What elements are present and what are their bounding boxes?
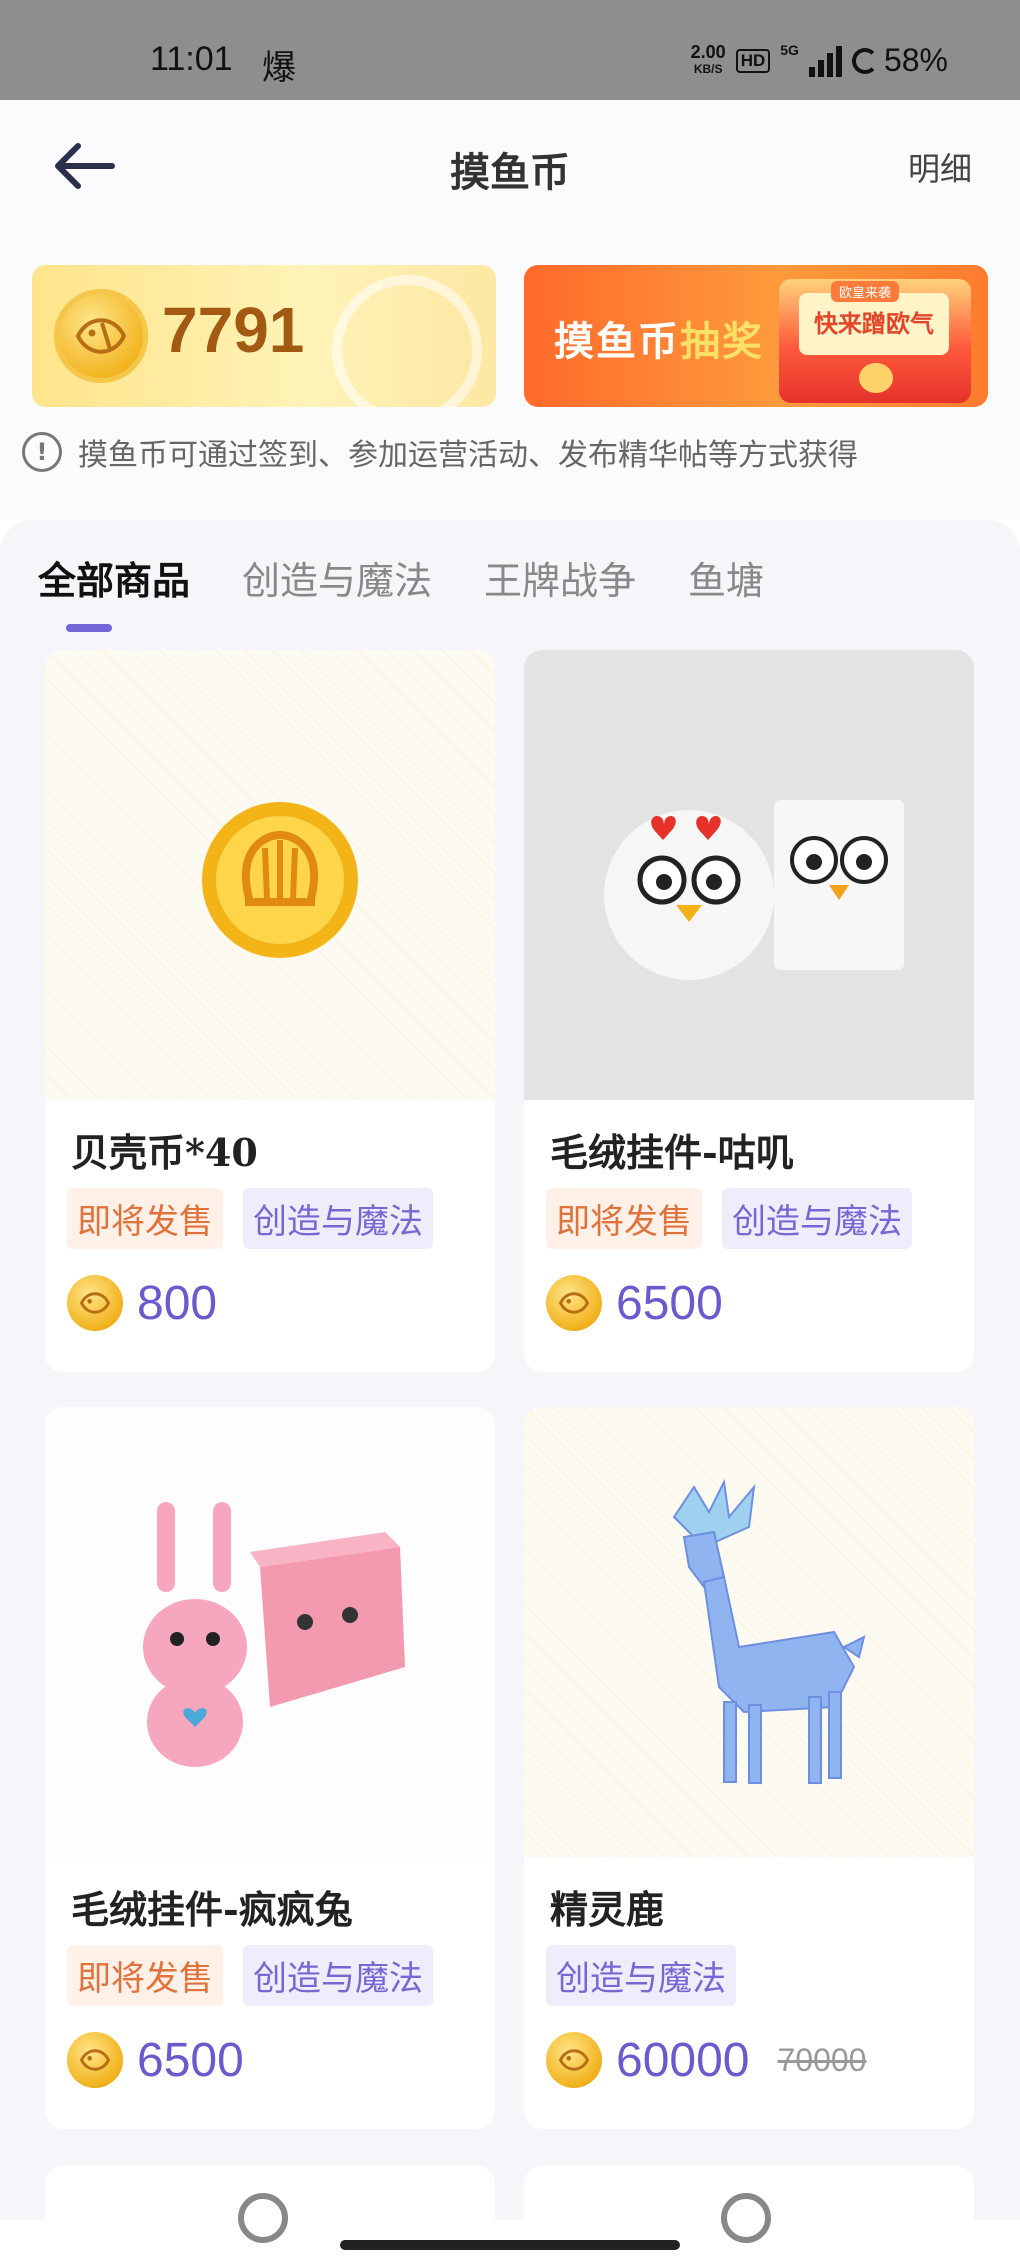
- product-card[interactable]: 毛绒挂件-咕叽 即将发售 创造与魔法 6500: [524, 650, 974, 1372]
- home-indicator[interactable]: [340, 2240, 680, 2250]
- price-value: 60000: [616, 2033, 750, 2087]
- lottery-banner[interactable]: 摸鱼币抽奖 快来蹭欧气 欧皇来袭: [524, 265, 988, 407]
- status-time: 11:01: [150, 40, 233, 78]
- tab-creation-magic[interactable]: 创造与魔法: [242, 550, 432, 605]
- product-tags: 即将发售 创造与魔法: [67, 1945, 433, 2006]
- tag-game: 创造与魔法: [243, 1188, 433, 1249]
- notification-icon: 爆: [262, 48, 296, 88]
- hd-icon: HD: [735, 48, 771, 73]
- product-card[interactable]: 贝壳币*40 即将发售 创造与魔法 800: [45, 650, 495, 1372]
- envelope-badge: 欧皇来袭: [831, 281, 900, 302]
- plush-rabbit-icon: [143, 1502, 405, 1767]
- category-tabs: 全部商品 创造与魔法 王牌战争 鱼塘: [38, 550, 816, 605]
- tag-coming-soon: 即将发售: [67, 1188, 223, 1249]
- spirit-deer-icon: [672, 1478, 866, 1784]
- decoration: [332, 275, 482, 407]
- speed-unit: KB/S: [693, 61, 723, 76]
- battery-percent: 58%: [883, 42, 948, 78]
- product-name: 毛绒挂件-咕叽: [550, 1130, 794, 1175]
- product-price: 800: [67, 1275, 217, 1331]
- network-speed: 2.00 KB/S: [690, 41, 726, 78]
- top-zone: 7791 摸鱼币抽奖 快来蹭欧气 欧皇来袭 ! 摸鱼币可通过签到、参加运营活动、…: [0, 230, 1020, 520]
- lottery-title-part1: 摸鱼币: [554, 319, 680, 365]
- status-indicators: 2.00 KB/S HD 5G 58%: [691, 42, 948, 79]
- product-image: [524, 1407, 974, 1857]
- page-title: 摸鱼币: [450, 149, 570, 196]
- balance-banner[interactable]: 7791: [32, 265, 496, 407]
- product-image: [45, 650, 495, 1100]
- shell-coin-icon: [202, 802, 358, 958]
- tag-game: 创造与魔法: [722, 1188, 912, 1249]
- coin-balance: 7791: [162, 294, 305, 366]
- plush-guji-icon: [604, 800, 904, 980]
- product-tags: 即将发售 创造与魔法: [67, 1188, 433, 1249]
- product-image: [45, 1407, 495, 1857]
- product-name: 毛绒挂件-疯疯兔: [71, 1887, 353, 1932]
- product-card[interactable]: [524, 2166, 974, 2246]
- price-value: 6500: [137, 2033, 244, 2087]
- product-tags: 即将发售 创造与魔法: [546, 1188, 912, 1249]
- product-card[interactable]: [45, 2166, 495, 2246]
- product-card[interactable]: 毛绒挂件-疯疯兔 即将发售 创造与魔法 6500: [45, 1407, 495, 2129]
- tag-game: 创造与魔法: [546, 1945, 736, 2006]
- gift-icon: [859, 363, 893, 393]
- battery-icon: [851, 47, 878, 74]
- product-name: 贝壳币*40: [71, 1130, 258, 1175]
- network-type: 5G: [780, 42, 799, 58]
- product-price: 60000 70000: [546, 2032, 866, 2088]
- detail-link[interactable]: 明细: [908, 144, 972, 190]
- fish-coin-icon: [546, 2032, 602, 2088]
- price-value: 800: [137, 1276, 218, 1330]
- lottery-title-part2: 抽奖: [680, 319, 764, 365]
- price-value: 6500: [616, 1276, 723, 1330]
- product-image: [524, 650, 974, 1100]
- red-envelope-illustration: 快来蹭欧气 欧皇来袭: [779, 279, 971, 403]
- product-price: 6500: [546, 1275, 723, 1331]
- status-bar: 11:01 爆 2.00 KB/S HD 5G 58%: [0, 0, 1020, 100]
- product-name: 精灵鹿: [550, 1887, 665, 1932]
- tab-ace-war[interactable]: 王牌战争: [484, 550, 636, 605]
- tag-coming-soon: 即将发售: [67, 1945, 223, 2006]
- app-header: 摸鱼币 明细: [0, 100, 1020, 230]
- active-tab-indicator: [66, 624, 112, 632]
- tab-all-products[interactable]: 全部商品: [38, 550, 190, 605]
- envelope-card: 快来蹭欧气: [799, 293, 949, 355]
- tip-text: 摸鱼币可通过签到、参加运营活动、发布精华帖等方式获得: [78, 438, 858, 473]
- keyring-icon: [238, 2193, 288, 2243]
- lottery-title: 摸鱼币抽奖: [554, 309, 764, 367]
- fish-coin-icon: [67, 1275, 123, 1331]
- product-price: 6500: [67, 2032, 244, 2088]
- product-tags: 创造与魔法: [546, 1945, 736, 2006]
- info-tip: ! 摸鱼币可通过签到、参加运营活动、发布精华帖等方式获得: [22, 430, 858, 474]
- battery-indicator: 58%: [851, 42, 948, 79]
- product-card[interactable]: 精灵鹿 创造与魔法 60000 70000: [524, 1407, 974, 2129]
- tab-fish-pond[interactable]: 鱼塘: [688, 550, 764, 605]
- info-icon: !: [22, 432, 62, 472]
- signal-icon: [808, 45, 842, 77]
- keyring-icon: [721, 2193, 771, 2243]
- speed-value: 2.00: [690, 41, 726, 62]
- tag-coming-soon: 即将发售: [546, 1188, 702, 1249]
- tag-game: 创造与魔法: [243, 1945, 433, 2006]
- product-section: 全部商品 创造与魔法 王牌战争 鱼塘 贝壳币*40 即将发售 创造与魔法 800: [0, 520, 1020, 2246]
- fish-coin-icon: [54, 289, 148, 383]
- fish-coin-icon: [546, 1275, 602, 1331]
- fish-coin-icon: [67, 2032, 123, 2088]
- original-price: 70000: [777, 2041, 867, 2078]
